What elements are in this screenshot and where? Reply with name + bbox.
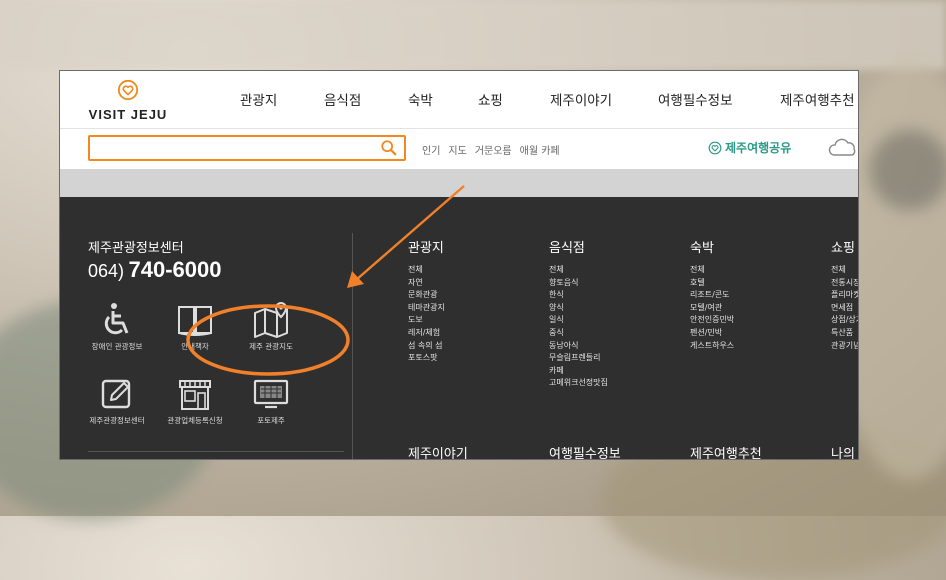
menu-link[interactable]: 전체 — [549, 264, 679, 277]
quick-link-business-registration[interactable]: 관광업체등록신청 — [158, 375, 232, 426]
menu-link[interactable]: 안전인증민박 — [690, 314, 820, 327]
book-icon — [178, 306, 212, 336]
quick-link-label: 안내책자 — [181, 342, 209, 351]
menu-column-title[interactable]: 여행필수정보 — [549, 443, 621, 459]
nav-item-restaurants[interactable]: 음식점 — [324, 89, 408, 109]
search-icon[interactable] — [380, 139, 398, 157]
quick-link-label: 장애인 관광정보 — [91, 342, 143, 351]
menu-link[interactable]: 레저/체험 — [408, 327, 538, 340]
heart-logo-icon — [117, 79, 139, 101]
menu-column-title[interactable]: 나의 — [831, 443, 855, 459]
info-center-phone: 064) 740-6000 — [88, 257, 221, 283]
menu-link[interactable]: 고메위크선정맛집 — [549, 377, 679, 390]
menu-column-attractions: 관광지 전체 자연 문화관광 테마관광지 도보 레저/체험 섬 속의 섬 포토스… — [408, 237, 538, 365]
menu-link[interactable]: 전체 — [831, 264, 858, 277]
site-logo[interactable]: VISIT JEJU — [88, 79, 168, 123]
heart-circle-icon — [708, 141, 722, 154]
search-row: 인기 지도 거문오름 애월 카페 제주여행공유 — [60, 129, 858, 169]
info-center-title: 제주관광정보센터 — [88, 241, 184, 256]
menu-column-title[interactable]: 관광지 — [408, 237, 538, 256]
menu-column-lodging: 숙박 전체 호텔 리조트/콘도 모텔/여관 안전인증민박 펜션/민박 게스트하우… — [690, 237, 820, 352]
keyword-link[interactable]: 애월 카페 — [520, 142, 560, 157]
menu-link[interactable]: 모텔/여관 — [690, 302, 820, 315]
browser-screenshot: VISIT JEJU 관광지 음식점 숙박 쇼핑 제주이야기 여행필수정보 제주… — [60, 71, 858, 459]
search-input[interactable] — [96, 137, 380, 161]
menu-link[interactable]: 카페 — [549, 365, 679, 378]
store-icon — [179, 380, 211, 410]
menu-link[interactable]: 전통시장 — [831, 277, 858, 290]
menu-link[interactable]: 플리마켓 — [831, 289, 858, 302]
menu-link[interactable]: 일식 — [549, 314, 679, 327]
search-box — [88, 135, 406, 161]
menu-link[interactable]: 게스트하우스 — [690, 340, 820, 353]
monitor-icon — [253, 379, 289, 409]
background-map-area — [870, 130, 946, 210]
menu-link[interactable]: 특산품 — [831, 327, 858, 340]
quick-link-info-center[interactable]: 제주관광정보센터 — [80, 375, 154, 426]
weather-cloud-icon — [828, 138, 856, 156]
nav-item-jeju-story[interactable]: 제주이야기 — [550, 89, 658, 109]
map-icon — [254, 301, 288, 338]
sitemap-panel: 제주관광정보센터 064) 740-6000 장애인 관광정보 안내책자 제주 … — [60, 197, 858, 459]
gray-band — [60, 169, 858, 197]
site-header: VISIT JEJU 관광지 음식점 숙박 쇼핑 제주이야기 여행필수정보 제주… — [60, 71, 858, 129]
quick-link-photo-jeju[interactable]: 포토제주 — [234, 375, 308, 426]
menu-link[interactable]: 면세점 — [831, 302, 858, 315]
menu-link[interactable]: 양식 — [549, 302, 679, 315]
quick-link-label: 포토제주 — [257, 416, 285, 425]
phone-prefix: 064) — [88, 261, 125, 281]
background-blur — [0, 0, 946, 70]
quick-link-label: 제주 관광지도 — [249, 342, 293, 351]
menu-column-restaurants: 음식점 전체 향토음식 한식 양식 일식 중식 동남아식 무슬림프렌들리 카페 … — [549, 237, 679, 390]
menu-link[interactable]: 문화관광 — [408, 289, 538, 302]
menu-column-title[interactable]: 제주여행추천 — [690, 443, 762, 459]
keyword-link[interactable]: 인기 — [422, 142, 440, 157]
menu-link[interactable]: 펜션/민박 — [690, 327, 820, 340]
menu-column-shopping: 쇼핑 전체 전통시장 플리마켓 면세점 상점/상가 특산품 관광기념품 — [831, 237, 858, 352]
popular-keywords: 인기 지도 거문오름 애월 카페 — [422, 142, 560, 157]
keyword-link[interactable]: 지도 — [448, 142, 466, 157]
menu-column-title[interactable]: 음식점 — [549, 237, 679, 256]
menu-link[interactable]: 포토스팟 — [408, 352, 538, 365]
menu-link[interactable]: 테마관광지 — [408, 302, 538, 315]
phone-number: 740-6000 — [128, 257, 222, 282]
menu-column-title[interactable]: 제주이야기 — [408, 443, 468, 459]
panel-divider — [352, 233, 353, 459]
quick-link-label: 관광업체등록신청 — [167, 416, 223, 425]
menu-link[interactable]: 중식 — [549, 327, 679, 340]
menu-link[interactable]: 호텔 — [690, 277, 820, 290]
quick-link-brochure[interactable]: 안내책자 — [158, 301, 232, 352]
keyword-link[interactable]: 거문오름 — [475, 142, 512, 157]
nav-item-travel-info[interactable]: 여행필수정보 — [658, 89, 780, 109]
menu-link[interactable]: 도보 — [408, 314, 538, 327]
nav-item-attractions[interactable]: 관광지 — [240, 89, 324, 109]
quick-link-tour-map[interactable]: 제주 관광지도 — [234, 301, 308, 352]
menu-column-title[interactable]: 숙박 — [690, 237, 820, 256]
panel-divider — [88, 451, 344, 452]
menu-column-title[interactable]: 쇼핑 — [831, 237, 858, 256]
menu-link[interactable]: 전체 — [408, 264, 538, 277]
quick-link-accessible-info[interactable]: 장애인 관광정보 — [80, 301, 154, 352]
logo-text: VISIT JEJU — [88, 107, 168, 122]
wheelchair-icon — [104, 303, 129, 335]
menu-link[interactable]: 관광기념품 — [831, 340, 858, 353]
nav-item-lodging[interactable]: 숙박 — [408, 89, 478, 109]
menu-link[interactable]: 향토음식 — [549, 277, 679, 290]
menu-link[interactable]: 섬 속의 섬 — [408, 340, 538, 353]
travel-share-link[interactable]: 제주여행공유 — [708, 139, 791, 156]
menu-link[interactable]: 자연 — [408, 277, 538, 290]
edit-icon — [101, 379, 131, 409]
menu-link[interactable]: 동남아식 — [549, 340, 679, 353]
menu-link[interactable]: 리조트/콘도 — [690, 289, 820, 302]
quick-link-label: 제주관광정보센터 — [89, 416, 145, 425]
menu-link[interactable]: 상점/상가 — [831, 314, 858, 327]
menu-link[interactable]: 무슬림프렌들리 — [549, 352, 679, 365]
menu-link[interactable]: 한식 — [549, 289, 679, 302]
main-nav: 관광지 음식점 숙박 쇼핑 제주이야기 여행필수정보 제주여행추천 — [240, 89, 855, 109]
share-label: 제주여행공유 — [725, 141, 792, 155]
nav-item-shopping[interactable]: 쇼핑 — [478, 89, 550, 109]
menu-link[interactable]: 전체 — [690, 264, 820, 277]
nav-item-recommendations[interactable]: 제주여행추천 — [780, 89, 855, 109]
